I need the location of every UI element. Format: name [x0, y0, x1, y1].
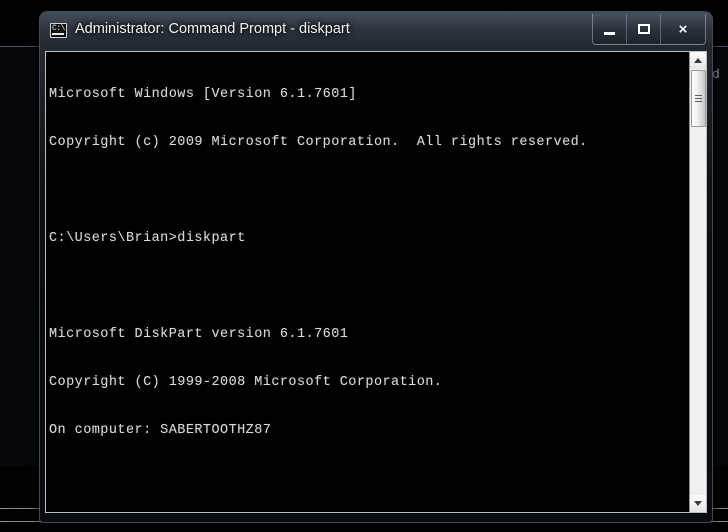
chevron-up-icon [694, 58, 702, 63]
command-prompt-icon-cursor [52, 33, 64, 35]
window-controls[interactable]: × [592, 14, 706, 45]
console-line: On computer: SABERTOOTHZ87 [49, 423, 272, 438]
console-line: Copyright (C) 1999-2008 Microsoft Corpor… [49, 375, 443, 390]
command-prompt-icon: C:\ [50, 23, 67, 38]
console-line: Copyright (c) 2009 Microsoft Corporation… [49, 135, 588, 150]
close-icon: × [678, 20, 688, 38]
console-line: C:\Users\Brian>diskpart [49, 231, 246, 246]
console-line: Microsoft DiskPart version 6.1.7601 [49, 327, 349, 342]
chevron-down-icon [694, 501, 702, 506]
scroll-thumb-grip-icon [695, 95, 702, 102]
window-title: Administrator: Command Prompt - diskpart [75, 21, 350, 37]
command-prompt-icon-label: C:\ [52, 24, 65, 33]
scroll-thumb[interactable] [691, 70, 706, 127]
maximize-icon [637, 24, 650, 34]
window-titlebar[interactable]: C:\ Administrator: Command Prompt - disk… [40, 12, 712, 50]
scrollbar-track[interactable] [691, 69, 706, 495]
minimize-icon [604, 31, 615, 35]
console-scrollbar[interactable] [689, 52, 706, 512]
maximize-button[interactable] [627, 14, 661, 44]
command-prompt-window[interactable]: C:\ Administrator: Command Prompt - disk… [40, 12, 712, 522]
console-output[interactable]: Microsoft Windows [Version 6.1.7601] Cop… [46, 52, 689, 512]
close-button[interactable]: × [661, 14, 705, 44]
scroll-down-arrow[interactable] [690, 495, 706, 512]
scroll-up-arrow[interactable] [690, 52, 706, 69]
minimize-button[interactable] [593, 14, 627, 44]
console-client-area[interactable]: Microsoft Windows [Version 6.1.7601] Cop… [45, 51, 707, 513]
console-line: Microsoft Windows [Version 6.1.7601] [49, 87, 357, 102]
